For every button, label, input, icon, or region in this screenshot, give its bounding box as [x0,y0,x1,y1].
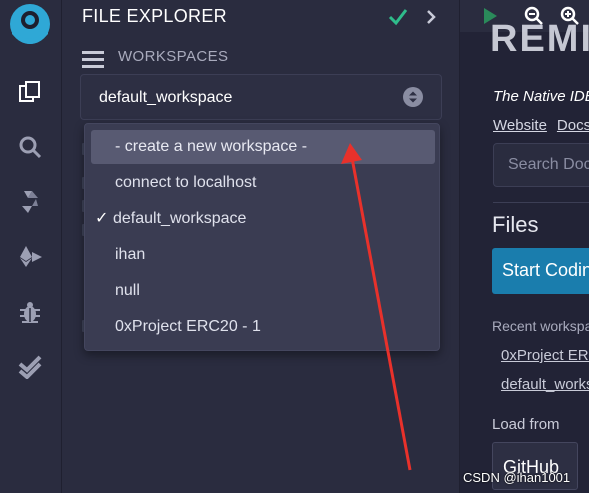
file-explorer-icon[interactable] [14,76,46,108]
tagline: The Native IDE [493,88,589,105]
dropdown-item-default-workspace[interactable]: ✓ default_workspace [91,202,435,236]
watermark: CSDN @ihan1001 [463,470,571,485]
workspace-select[interactable]: default_workspace [80,74,442,120]
verified-check-icon[interactable] [14,351,46,383]
workspaces-label: WORKSPACES [118,48,229,65]
dropdown-item-create-workspace[interactable]: - create a new workspace - [91,130,435,164]
solidity-compiler-icon[interactable] [14,186,46,218]
remix-logo-icon[interactable] [4,2,56,50]
home-panel: REMIX The Native IDE Website Docs Search … [460,0,589,493]
start-coding-button[interactable]: Start Coding [492,248,589,294]
recent-workspace-link[interactable]: default_workspace [501,376,589,393]
debugger-icon[interactable] [14,296,46,328]
dropdown-item-null[interactable]: null [91,274,435,308]
workspace-select-value: default_workspace [99,89,233,106]
start-coding-label: Start Coding [502,260,589,280]
dropdown-item-connect-localhost[interactable]: connect to localhost [91,166,435,200]
search-placeholder: Search Docs [508,156,589,173]
docs-link[interactable]: Docs [557,117,589,134]
load-from-label: Load from [492,416,560,433]
website-link[interactable]: Website [493,117,547,134]
home-links: Website Docs [493,117,589,134]
panel-title: FILE EXPLORER [82,6,227,26]
search-icon[interactable] [14,131,46,163]
ethereum-deploy-icon[interactable] [14,241,46,273]
checkmark-icon: ✓ [95,210,109,227]
dropdown-item-0xproject-erc20[interactable]: 0xProject ERC20 - 1 [91,310,435,344]
recent-workspaces-label: Recent workspaces [492,318,589,334]
remix-title: REMIX [490,18,589,60]
recent-workspace-link[interactable]: 0xProject ERC20 - 1 [501,347,589,364]
docs-search-input[interactable]: Search Docs [493,143,589,187]
hamburger-menu-icon[interactable] [82,50,104,68]
files-heading: Files [492,212,539,237]
divider [493,202,589,203]
dropdown-item-label: default_workspace [113,210,247,227]
chevron-right-icon[interactable] [424,8,438,26]
checkmark-icon [388,9,408,26]
icon-rail [0,0,62,493]
workspace-dropdown: - create a new workspace - connect to lo… [84,123,440,351]
select-caret-icon [403,87,423,107]
file-explorer-panel: FILE EXPLORER WORKSPACES default_workspa… [62,0,460,493]
dropdown-item-ihan[interactable]: ihan [91,238,435,272]
